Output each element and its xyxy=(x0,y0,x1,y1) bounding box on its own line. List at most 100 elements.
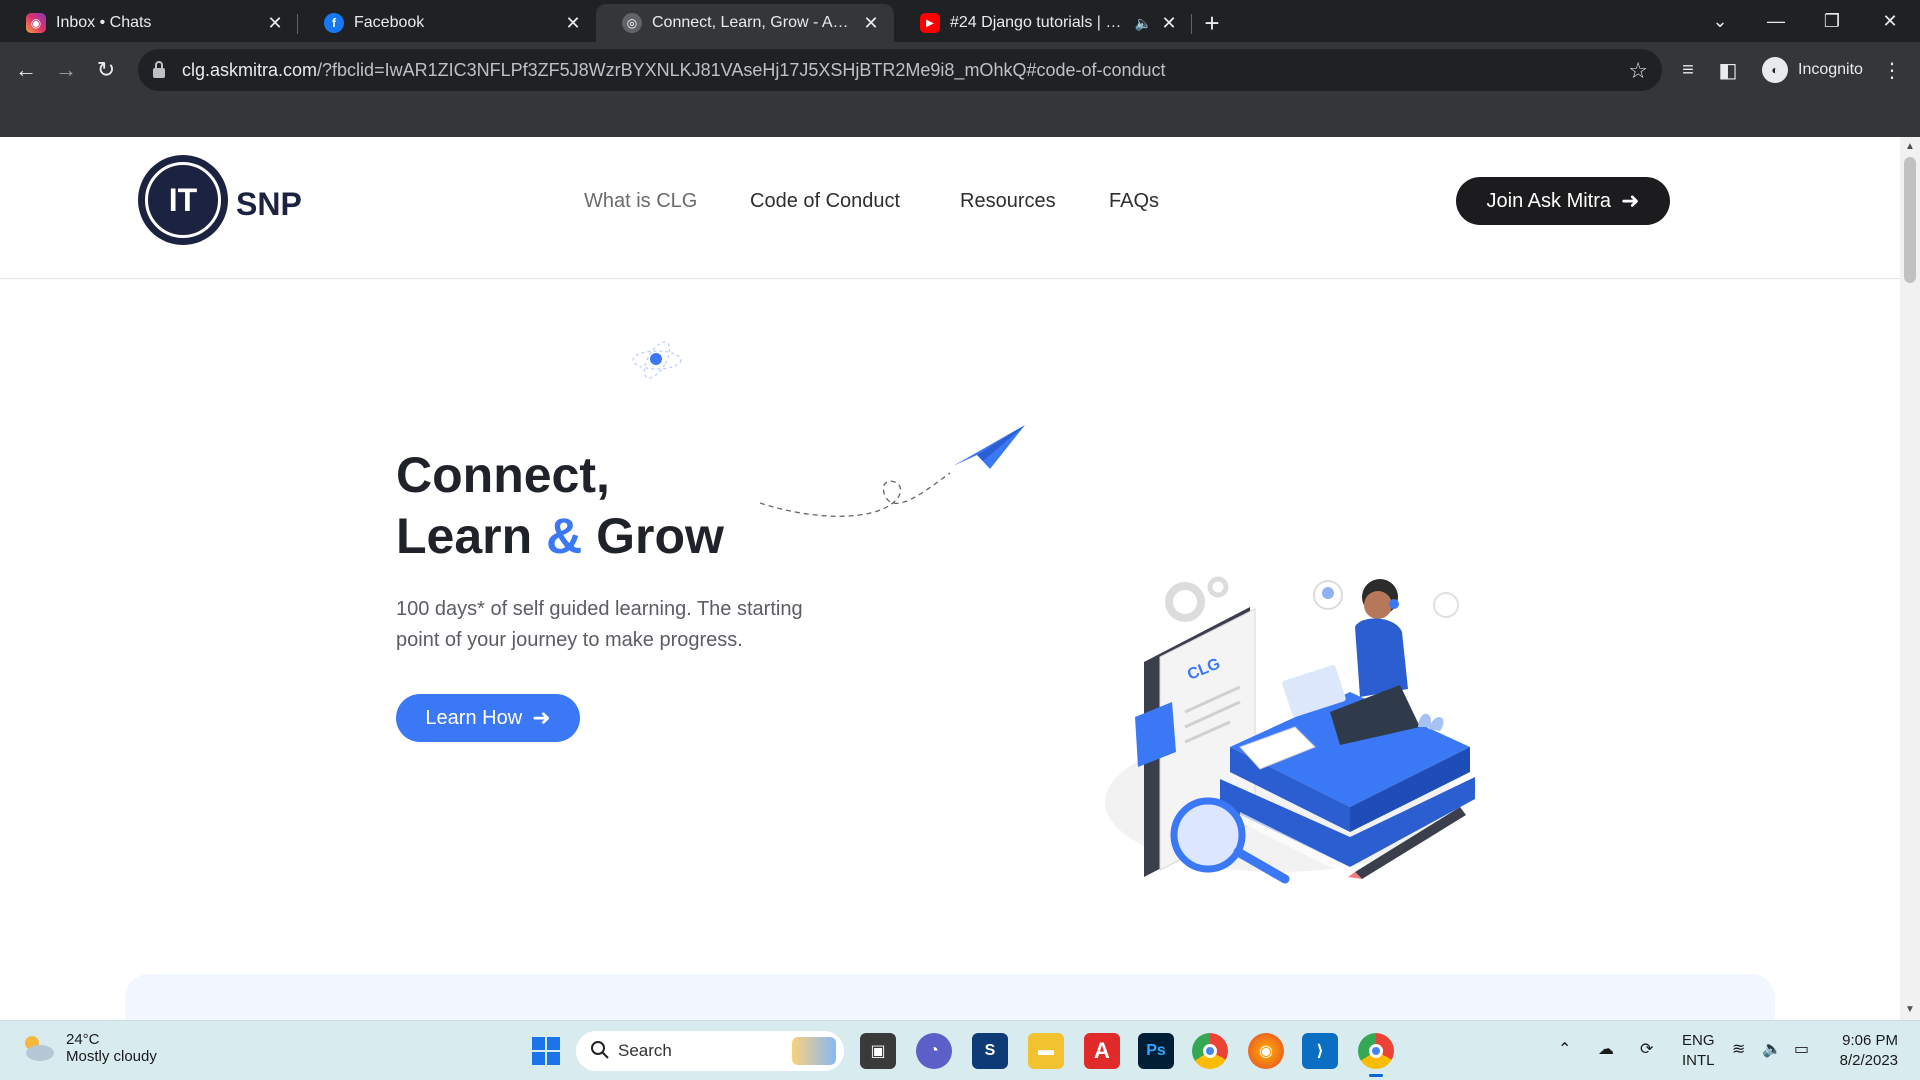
arrow-right-icon: ➜ xyxy=(1621,188,1640,213)
close-tab-icon[interactable]: ✕ xyxy=(266,14,284,32)
browser-toolbar: ← → ↻ clg.askmitra.com/?fbclid=IwAR1ZIC3… xyxy=(0,42,1920,137)
close-window-button[interactable]: ✕ xyxy=(1862,0,1918,42)
site-header: IT SNP What is CLG Code of Conduct Resou… xyxy=(0,137,1900,279)
tab-search-icon[interactable]: ⌄ xyxy=(1692,0,1748,42)
facebook-icon: f xyxy=(324,13,344,33)
tab-bar: ◉ Inbox • Chats ✕ f Facebook ✕ ◎ Connect… xyxy=(0,0,1920,42)
hero-line-2: Learn & Grow xyxy=(396,506,724,567)
nav-faqs[interactable]: FAQs xyxy=(1109,190,1159,213)
learn-how-button[interactable]: Learn How ➜ xyxy=(396,694,580,742)
join-button-label: Join Ask Mitra xyxy=(1486,189,1612,212)
windows-start-icon[interactable] xyxy=(528,1033,564,1069)
search-highlight-icon xyxy=(792,1037,836,1065)
bookmark-star-icon[interactable]: ☆ xyxy=(1628,58,1648,84)
minimize-button[interactable]: — xyxy=(1748,0,1804,42)
onedrive-icon[interactable]: ☁ xyxy=(1598,1039,1614,1059)
lang-primary: ENG xyxy=(1682,1032,1715,1049)
side-panel-icon[interactable]: ◧ xyxy=(1710,52,1746,88)
taskbar-search[interactable]: Search xyxy=(576,1031,844,1071)
hero-illustration: CLG xyxy=(1105,576,1475,884)
volume-icon[interactable]: 🔈 xyxy=(1762,1039,1782,1059)
teams-chat-icon[interactable]: ◔ xyxy=(916,1033,952,1069)
speaker-icon[interactable]: 🔈 xyxy=(1135,15,1152,32)
weather-desc: Mostly cloudy xyxy=(66,1048,157,1065)
acrobat-icon[interactable]: A xyxy=(1084,1033,1120,1069)
globe-icon: ◎ xyxy=(622,13,642,33)
new-tab-button[interactable]: + xyxy=(1192,4,1232,42)
search-placeholder: Search xyxy=(618,1041,672,1060)
site-logo[interactable]: IT SNP xyxy=(138,155,302,245)
scroll-down-icon[interactable]: ▼ xyxy=(1904,1004,1916,1016)
tab-instagram[interactable]: ◉ Inbox • Chats ✕ xyxy=(0,4,298,42)
incognito-label: Incognito xyxy=(1798,61,1863,78)
clock-date: 8/2/2023 xyxy=(1839,1052,1898,1069)
tab-title: #24 Django tutorials | User lo xyxy=(950,14,1129,31)
tab-title: Connect, Learn, Grow - Ask Mitra xyxy=(652,14,854,31)
firefox-icon[interactable]: ◉ xyxy=(1248,1033,1284,1069)
tab-facebook[interactable]: f Facebook ✕ xyxy=(298,4,596,42)
sketchup-icon[interactable]: S xyxy=(972,1033,1008,1069)
nav-resources[interactable]: Resources xyxy=(960,190,1056,213)
join-ask-mitra-button[interactable]: Join Ask Mitra ➜ xyxy=(1456,177,1670,225)
chrome-active-icon[interactable] xyxy=(1358,1033,1394,1077)
tab-askmitra[interactable]: ◎ Connect, Learn, Grow - Ask Mitra ✕ xyxy=(596,4,894,42)
instagram-icon: ◉ xyxy=(26,13,46,33)
photoshop-icon[interactable]: Ps xyxy=(1138,1033,1174,1069)
tab-title: Facebook xyxy=(354,14,425,31)
incognito-icon: ◐ xyxy=(1762,57,1788,83)
sync-icon[interactable]: ⟳ xyxy=(1640,1039,1653,1059)
back-icon[interactable]: ← xyxy=(8,52,44,88)
logo-badge-text: IT xyxy=(168,181,198,218)
close-tab-icon[interactable]: ✕ xyxy=(862,14,880,32)
web-page: IT SNP What is CLG Code of Conduct Resou… xyxy=(0,137,1900,1020)
youtube-icon: ▶ xyxy=(920,13,940,33)
hero-title: Connect, Learn & Grow xyxy=(396,445,724,567)
logo-word: SNP xyxy=(236,185,302,222)
nav-what-is-clg[interactable]: What is CLG xyxy=(584,190,697,213)
weather-widget[interactable]: 24°C Mostly cloudy xyxy=(20,1031,157,1065)
search-icon xyxy=(591,1041,609,1059)
hero-ampersand: & xyxy=(546,508,583,564)
file-explorer-icon[interactable]: ▬ xyxy=(1028,1033,1064,1069)
hero-learn: Learn xyxy=(396,508,533,564)
reload-icon[interactable]: ↻ xyxy=(88,52,124,88)
hero-subtitle: 100 days* of self guided learning. The s… xyxy=(396,598,803,651)
paper-plane-icon xyxy=(759,425,1025,517)
tray-overflow-icon[interactable]: ⌃ xyxy=(1558,1039,1571,1059)
tab-youtube[interactable]: ▶ #24 Django tutorials | User lo 🔈 ✕ xyxy=(894,4,1192,42)
address-bar[interactable]: clg.askmitra.com/?fbclid=IwAR1ZIC3NFLPf3… xyxy=(138,49,1662,91)
close-tab-icon[interactable]: ✕ xyxy=(1160,14,1178,32)
url-path: /?fbclid=IwAR1ZIC3NFLPf3ZF5J8WzrBYXNLKJ8… xyxy=(317,59,1166,80)
battery-icon[interactable]: ▭ xyxy=(1794,1039,1809,1059)
page-scrollbar[interactable]: ▲ ▼ xyxy=(1900,137,1920,1020)
wifi-icon[interactable]: ≋ xyxy=(1732,1039,1745,1059)
weather-temp: 24°C xyxy=(66,1031,100,1048)
scroll-thumb[interactable] xyxy=(1904,157,1916,283)
clock-time: 9:06 PM xyxy=(1842,1032,1898,1049)
hero-line-1: Connect, xyxy=(396,447,610,503)
tab-title: Inbox • Chats xyxy=(56,14,152,31)
learn-button-label: Learn How xyxy=(425,706,523,729)
forward-icon[interactable]: → xyxy=(48,52,84,88)
close-tab-icon[interactable]: ✕ xyxy=(564,14,582,32)
language-indicator[interactable]: ENG INTL xyxy=(1682,1031,1715,1071)
lang-secondary: INTL xyxy=(1682,1052,1715,1069)
logo-badge: IT xyxy=(138,155,228,245)
nav-code-of-conduct[interactable]: Code of Conduct xyxy=(750,190,900,213)
hero-grow: Grow xyxy=(596,508,724,564)
chrome-icon[interactable] xyxy=(1192,1033,1228,1069)
media-control-icon[interactable]: ≡ xyxy=(1670,52,1706,88)
system-clock[interactable]: 9:06 PM 8/2/2023 xyxy=(1838,1031,1898,1071)
task-view-icon[interactable]: ▣ xyxy=(860,1033,896,1069)
windows-taskbar: 24°C Mostly cloudy Search ▣ ◔ S ▬ A Ps ◉… xyxy=(0,1020,1920,1080)
url-host: clg.askmitra.com xyxy=(182,59,318,80)
content-card xyxy=(125,974,1775,1020)
restore-button[interactable]: ❐ xyxy=(1804,0,1860,42)
scroll-up-icon[interactable]: ▲ xyxy=(1904,141,1916,153)
atom-icon xyxy=(632,341,682,379)
vscode-icon[interactable]: ⟩ xyxy=(1302,1033,1338,1069)
arrow-right-icon: ➜ xyxy=(532,705,551,730)
incognito-indicator[interactable]: ◐ Incognito xyxy=(1756,52,1875,88)
menu-dots-icon[interactable]: ⋮ xyxy=(1874,52,1910,88)
cloud-sun-icon xyxy=(25,1036,54,1061)
